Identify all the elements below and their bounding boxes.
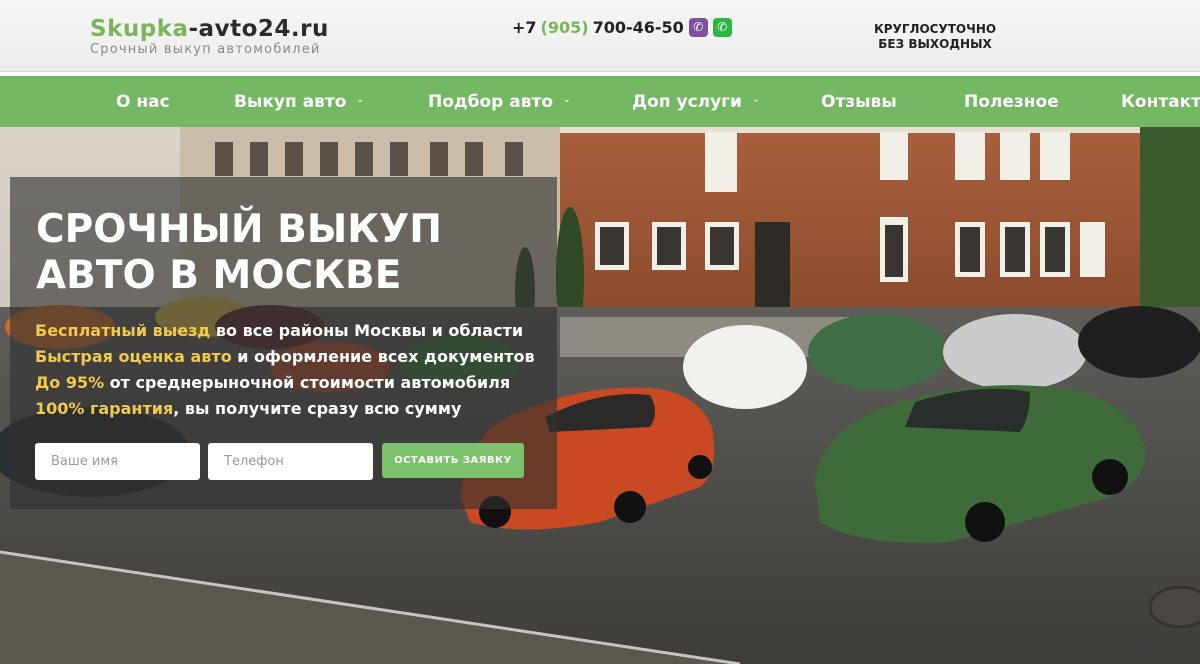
benefit-highlight: 100% гарантия <box>35 399 174 418</box>
benefit-highlight: До 95% <box>35 373 105 392</box>
working-hours: КРУГЛОСУТОЧНО БЕЗ ВЫХОДНЫХ <box>874 22 996 52</box>
phone-code: (905) <box>540 18 589 37</box>
phone-prefix: +7 <box>512 18 537 37</box>
nav-item-label: Доп услуги <box>632 91 742 112</box>
logo-part1: Skupka <box>90 16 189 42</box>
logo-tagline: Срочный выкуп автомобилей <box>90 42 321 57</box>
benefit-highlight: Бесплатный выезд <box>35 321 211 340</box>
benefit-highlight: Быстрая оценка авто <box>35 347 232 366</box>
benefit-text: во все районы Москвы и области <box>210 321 524 340</box>
phone-block[interactable]: +7 (905) 700-46-50 ✆ ✆ <box>512 18 732 37</box>
nav-item-label: О нас <box>116 91 170 112</box>
chevron-down-icon: ⌄ <box>356 94 364 105</box>
hero-title-line1: СРОЧНЫЙ ВЫКУП <box>36 207 442 252</box>
nav-item-buyout[interactable]: Выкуп авто ⌄ <box>234 76 364 127</box>
name-input[interactable] <box>35 443 200 480</box>
benefit-item: До 95% от среднерыночной стоимости автом… <box>35 370 535 396</box>
benefit-text: от среднерыночной стоимости автомобиля <box>104 373 511 392</box>
main-nav: О нас Выкуп авто ⌄ Подбор авто ⌄ Доп усл… <box>0 76 1200 127</box>
benefit-item: Быстрая оценка авто и оформление всех до… <box>35 344 535 370</box>
chevron-down-icon: ⌄ <box>751 94 760 105</box>
chevron-down-icon: ⌄ <box>563 94 571 105</box>
hours-line2: БЕЗ ВЫХОДНЫХ <box>878 37 992 51</box>
submit-request-button[interactable]: ОСТАВИТЬ ЗАЯВКУ <box>382 443 524 478</box>
nav-item-contacts[interactable]: Контакты <box>1121 76 1200 127</box>
logo-text: Skupka-avto24.ru <box>90 16 329 42</box>
phone-input[interactable] <box>208 443 373 480</box>
viber-icon[interactable]: ✆ <box>688 18 708 37</box>
nav-item-label: Отзывы <box>821 91 897 112</box>
nav-item-useful[interactable]: Полезное <box>964 76 1059 127</box>
hero-benefits: Бесплатный выезд во все районы Москвы и … <box>35 318 535 422</box>
nav-item-services[interactable]: Доп услуги ⌄ <box>632 76 760 127</box>
hero-title: СРОЧНЫЙ ВЫКУП АВТО В МОСКВЕ <box>36 207 442 299</box>
nav-item-about[interactable]: О нас <box>116 76 170 127</box>
nav-item-label: Полезное <box>964 91 1059 112</box>
benefit-text: и оформление всех документов <box>231 347 535 366</box>
nav-item-reviews[interactable]: Отзывы <box>821 76 897 127</box>
nav-item-selection[interactable]: Подбор авто ⌄ <box>428 76 571 127</box>
logo[interactable]: Skupka-avto24.ru Срочный выкуп автомобил… <box>90 16 329 57</box>
phone-number: 700-46-50 <box>592 18 684 37</box>
nav-item-label: Контакты <box>1121 91 1200 112</box>
hero-section: СРОЧНЫЙ ВЫКУП АВТО В МОСКВЕ Бесплатный в… <box>0 127 1200 664</box>
benefit-item: Бесплатный выезд во все районы Москвы и … <box>35 318 535 344</box>
nav-item-label: Выкуп авто <box>234 91 347 112</box>
whatsapp-icon[interactable]: ✆ <box>712 18 732 37</box>
nav-item-label: Подбор авто <box>428 91 554 112</box>
benefit-item: 100% гарантия, вы получите сразу всю сум… <box>35 396 535 422</box>
logo-part2: -avto24.ru <box>188 16 329 42</box>
benefit-text: , вы получите сразу всю сумму <box>173 399 462 418</box>
site-header: Skupka-avto24.ru Срочный выкуп автомобил… <box>0 0 1200 72</box>
hero-title-line2: АВТО В МОСКВЕ <box>36 253 402 298</box>
hours-line1: КРУГЛОСУТОЧНО <box>874 22 997 36</box>
